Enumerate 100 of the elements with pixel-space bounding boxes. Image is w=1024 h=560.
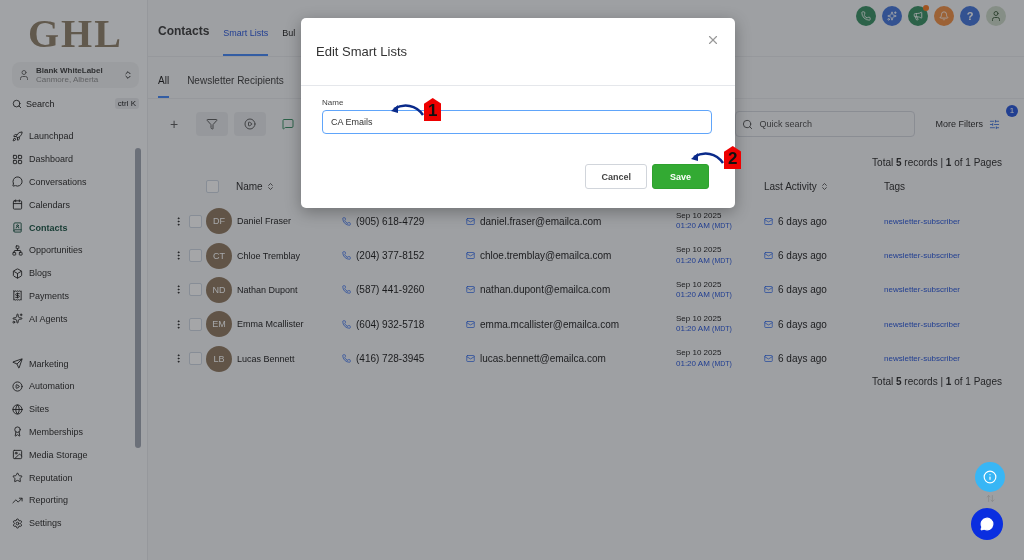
- header-tab[interactable]: Smart Lists: [223, 28, 269, 56]
- avatar: CT: [206, 242, 232, 269]
- nav-item[interactable]: Memberships: [12, 420, 139, 444]
- date-text: Sep 10 2025: [676, 210, 723, 222]
- nav-item[interactable]: Contacts: [12, 216, 139, 239]
- column-header[interactable]: Last Activity: [764, 168, 884, 204]
- list-tab[interactable]: All: [158, 75, 170, 98]
- phone-number[interactable]: (604) 932-5718: [356, 318, 425, 330]
- email-address[interactable]: nathan.dupont@emailca.com: [480, 284, 611, 296]
- contact-name[interactable]: Nathan Dupont: [237, 284, 298, 295]
- phone-icon[interactable]: [856, 6, 876, 26]
- phone-number[interactable]: (416) 728-3945: [356, 353, 425, 365]
- sparkle-icon: [12, 313, 23, 325]
- date-text: Sep 10 2025: [676, 245, 723, 256]
- nav-item[interactable]: Media Storage: [12, 443, 139, 467]
- checkbox[interactable]: [189, 352, 202, 366]
- phone-number[interactable]: (905) 618-4729: [356, 215, 425, 227]
- phone-number[interactable]: (204) 377-8152: [356, 250, 425, 262]
- phone-icon: [342, 285, 351, 295]
- nav-item[interactable]: Sites: [12, 397, 139, 421]
- header-tab[interactable]: Bul: [282, 28, 296, 56]
- calendar-icon: [12, 199, 23, 211]
- step-marker: 2: [724, 146, 742, 169]
- contact-name[interactable]: Lucas Bennett: [237, 353, 295, 364]
- phone-number[interactable]: (587) 441-9260: [356, 284, 425, 296]
- chat-button[interactable]: [971, 508, 1003, 540]
- phone-icon: [342, 251, 351, 261]
- nav-item[interactable]: Automation: [12, 374, 139, 398]
- field-label: Name: [322, 98, 345, 107]
- nav-item[interactable]: Reputation: [12, 466, 139, 489]
- activity-text: 6 days ago: [778, 250, 827, 262]
- nav-item[interactable]: Marketing: [12, 352, 139, 375]
- tag-label[interactable]: newsletter-subscriber: [884, 354, 961, 364]
- checkbox[interactable]: [189, 283, 202, 297]
- mail-icon: [466, 285, 475, 295]
- help-button[interactable]: ?: [960, 6, 980, 26]
- nav-item[interactable]: Launchpad: [12, 125, 139, 148]
- list-tab[interactable]: Newsletter Recipients: [187, 75, 284, 98]
- email-address[interactable]: emma.mcallister@emailca.com: [480, 318, 620, 330]
- award-icon: [12, 426, 23, 438]
- sort-icon: [265, 181, 275, 191]
- contact-name[interactable]: Chloe Tremblay: [237, 250, 301, 261]
- nav-item[interactable]: Payments: [12, 284, 139, 308]
- nav-item[interactable]: Conversations: [12, 170, 139, 194]
- mail-icon: [466, 251, 475, 261]
- date-text: Sep 10 2025: [676, 313, 723, 325]
- play-icon: [244, 118, 256, 130]
- scrollbar[interactable]: [135, 148, 141, 448]
- cancel-button[interactable]: Cancel: [585, 164, 647, 189]
- tag-label[interactable]: newsletter-subscriber: [884, 285, 961, 295]
- column-header: Tags: [884, 179, 907, 194]
- filter-button[interactable]: [196, 112, 228, 136]
- mail-icon: [764, 354, 773, 364]
- checkbox[interactable]: [206, 179, 219, 193]
- checkbox[interactable]: [189, 249, 202, 263]
- column-header[interactable]: Name: [206, 168, 342, 204]
- send-icon: [12, 358, 23, 370]
- email-address[interactable]: lucas.bennett@emailca.com: [480, 353, 606, 365]
- curved-arrow-icon: [690, 150, 724, 165]
- nav-item[interactable]: AI Agents: [12, 307, 139, 331]
- nav-item[interactable]: Dashboard: [12, 147, 139, 171]
- nav-item[interactable]: Reporting: [12, 488, 139, 512]
- phone-icon: [342, 354, 351, 364]
- chat-icon: [980, 517, 994, 531]
- add-button[interactable]: +: [158, 112, 190, 136]
- activity-text: 6 days ago: [778, 284, 827, 296]
- email-address[interactable]: chloe.tremblay@emailca.com: [480, 250, 612, 262]
- search-icon: [742, 118, 754, 130]
- activity-text: 6 days ago: [778, 353, 827, 365]
- network-icon: [12, 244, 23, 256]
- checkbox[interactable]: [189, 214, 202, 228]
- checkbox[interactable]: [189, 317, 202, 331]
- tag-label[interactable]: newsletter-subscriber: [884, 216, 961, 226]
- nav-item[interactable]: Blogs: [12, 261, 139, 285]
- sparkle-icon[interactable]: [882, 6, 902, 26]
- tag-label[interactable]: newsletter-subscriber: [884, 319, 961, 329]
- phone-icon: [342, 216, 351, 226]
- megaphone-icon[interactable]: [908, 6, 928, 26]
- contact-name[interactable]: Daniel Fraser: [237, 216, 292, 227]
- chevron-icon: [123, 70, 133, 80]
- records-summary: Total 5 records | 1 of 1 Pages: [872, 157, 1002, 168]
- quick-search-field[interactable]: Quick search: [735, 111, 916, 137]
- automation-button[interactable]: [234, 112, 266, 136]
- contact-name[interactable]: Emma Mcallister: [237, 319, 304, 330]
- dialog-title: Edit Smart Lists: [316, 44, 408, 59]
- message-icon: [282, 118, 294, 130]
- mail-icon: [764, 216, 773, 226]
- rocket-icon: [12, 130, 23, 142]
- nav-item[interactable]: Settings: [12, 511, 139, 535]
- email-address[interactable]: daniel.fraser@emailca.com: [480, 215, 602, 227]
- play-icon: [12, 380, 23, 392]
- tag-label[interactable]: newsletter-subscriber: [884, 251, 961, 261]
- records-summary: Total 5 records | 1 of 1 Pages: [872, 375, 1002, 387]
- bell-icon[interactable]: [934, 6, 954, 26]
- grid-icon: [12, 153, 23, 165]
- avatar-icon[interactable]: [986, 6, 1006, 26]
- search-field[interactable]: Search: [26, 98, 55, 109]
- feedback-button[interactable]: [975, 462, 1005, 492]
- nav-item[interactable]: Opportunities: [12, 239, 139, 262]
- nav-item[interactable]: Calendars: [12, 193, 139, 217]
